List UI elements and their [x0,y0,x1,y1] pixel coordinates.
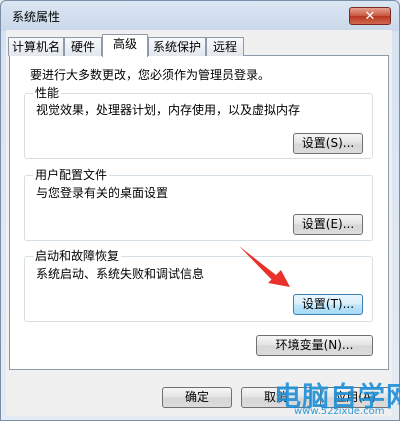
user-profiles-group-title: 用户配置文件 [33,166,110,183]
tab-system-protection[interactable]: 系统保护 [148,37,206,56]
performance-description: 视觉效果，处理器计划，内存使用，以及虚拟内存 [36,103,301,117]
tab-computer-name[interactable]: 计算机名 [8,37,64,56]
admin-note: 要进行大多数更改，您必须作为管理员登录。 [30,68,271,82]
performance-settings-button[interactable]: 设置(S)... [293,133,363,154]
performance-group-title: 性能 [33,84,62,101]
tab-advanced[interactable]: 高级 [102,34,148,57]
watermark-url: www.52zixue.com [294,406,385,417]
tab-hardware[interactable]: 硬件 [64,37,102,56]
startup-recovery-description: 系统启动、系统失败和调试信息 [36,267,205,281]
title-bar[interactable]: 系统属性 ✕ [1,1,399,29]
user-profiles-description: 与您登录有关的桌面设置 [36,186,169,200]
close-button[interactable]: ✕ [349,7,391,25]
tab-remote[interactable]: 远程 [206,37,244,56]
close-icon: ✕ [364,9,376,24]
environment-variables-button[interactable]: 环境变量(N)... [256,335,373,356]
startup-recovery-group-title: 启动和故障恢复 [33,247,122,264]
window-title: 系统属性 [12,10,61,24]
ok-button[interactable]: 确定 [162,387,232,408]
startup-recovery-settings-button[interactable]: 设置(T)... [293,294,363,315]
user-profiles-settings-button[interactable]: 设置(E)... [293,214,363,235]
